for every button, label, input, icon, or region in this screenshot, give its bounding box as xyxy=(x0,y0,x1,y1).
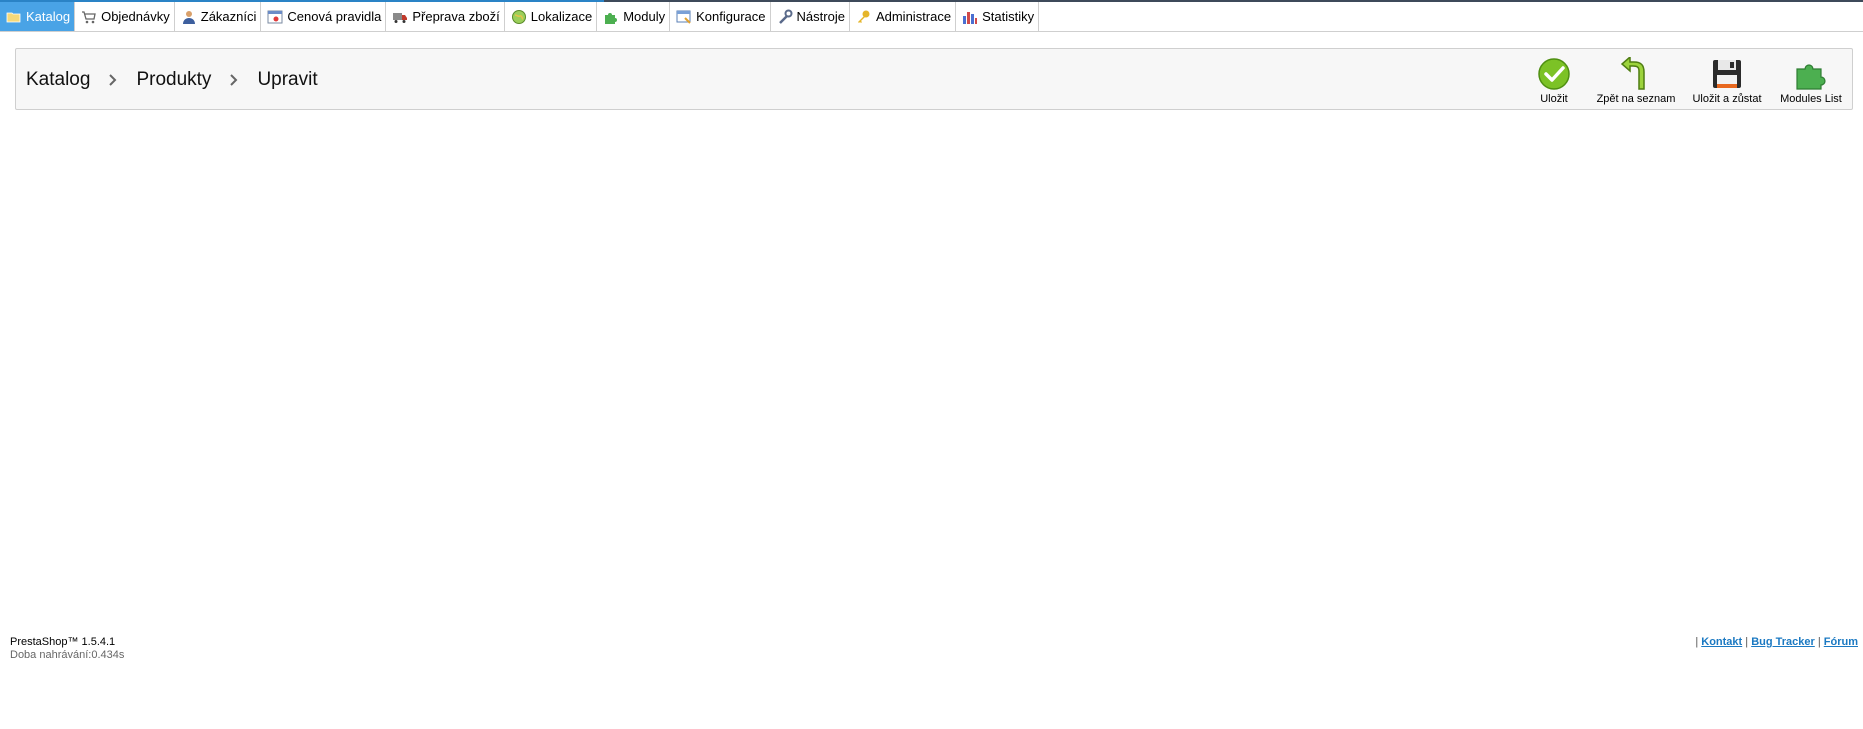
menu-item-preprava-zbozi[interactable]: Přeprava zboží xyxy=(386,2,505,31)
menu-item-lokalizace[interactable]: Lokalizace xyxy=(505,2,598,31)
menu-item-label: Cenová pravidla xyxy=(287,9,382,24)
footer-info: PrestaShop™ 1.5.4.1 Doba nahrávání:0.434… xyxy=(10,636,124,662)
user-icon xyxy=(181,9,197,25)
checkmark-icon xyxy=(1537,57,1571,91)
wrench-icon xyxy=(777,9,793,25)
menu-item-administrace[interactable]: Administrace xyxy=(850,2,957,31)
link-separator: | xyxy=(1817,636,1821,648)
menu-item-label: Moduly xyxy=(623,9,666,24)
menu-item-label: Přeprava zboží xyxy=(412,9,500,24)
menu-item-label: Konfigurace xyxy=(696,9,766,24)
menu-item-nastroje[interactable]: Nástroje xyxy=(771,2,850,31)
config-icon xyxy=(676,9,692,25)
menu-item-label: Objednávky xyxy=(101,9,170,24)
floppy-disk-icon xyxy=(1710,57,1744,91)
menu-item-zakaznici[interactable]: Zákazníci xyxy=(175,2,262,31)
globe-icon xyxy=(511,9,527,25)
footer-links: | Kontakt | Bug Tracker | Fórum xyxy=(1695,636,1858,648)
truck-icon xyxy=(392,9,408,25)
breadcrumb-item[interactable]: Katalog xyxy=(26,69,90,91)
contact-link[interactable]: Kontakt xyxy=(1701,636,1742,648)
chevron-right-icon xyxy=(225,71,243,89)
save-button[interactable]: Uložit xyxy=(1520,49,1588,109)
save-and-stay-button[interactable]: Uložit a zůstat xyxy=(1684,49,1770,109)
back-arrow-icon xyxy=(1619,55,1653,91)
forum-link[interactable]: Fórum xyxy=(1824,636,1858,648)
main-menu: Katalog Objednávky Zákazníci Cenová prav… xyxy=(0,2,1863,32)
menu-item-label: Lokalizace xyxy=(530,9,593,24)
menu-item-label: Administrace xyxy=(875,9,952,24)
page-toolbar: Katalog Produkty Upravit Uložit Zpět na … xyxy=(15,48,1853,110)
price-rules-icon xyxy=(267,9,283,25)
bug-tracker-link[interactable]: Bug Tracker xyxy=(1751,636,1815,648)
menu-item-cenova-pravidla[interactable]: Cenová pravidla xyxy=(261,2,387,31)
menu-item-label: Nástroje xyxy=(796,9,845,24)
cart-icon xyxy=(81,9,97,25)
save-stay-label: Uložit a zůstat xyxy=(1692,93,1762,105)
menu-item-objednavky[interactable]: Objednávky xyxy=(75,2,175,31)
load-time-text: Doba nahrávání:0.434s xyxy=(10,649,125,661)
menu-item-label: Zákazníci xyxy=(200,9,257,24)
breadcrumb-item[interactable]: Produkty xyxy=(136,69,211,91)
menu-item-label: Katalog xyxy=(26,9,71,24)
back-to-list-button[interactable]: Zpět na seznam xyxy=(1588,49,1684,109)
modules-list-label: Modules List xyxy=(1780,93,1842,105)
bar-chart-icon xyxy=(962,9,978,25)
menu-item-moduly[interactable]: Moduly xyxy=(597,2,671,31)
back-label: Zpět na seznam xyxy=(1596,93,1676,105)
menu-item-label: Statistiky xyxy=(982,9,1035,24)
breadcrumb: Katalog Produkty Upravit xyxy=(26,69,318,91)
puzzle-icon xyxy=(1794,57,1828,91)
menu-item-statistiky[interactable]: Statistiky xyxy=(956,2,1040,31)
puzzle-icon xyxy=(603,9,619,25)
version-text: PrestaShop™ 1.5.4.1 xyxy=(10,636,116,648)
folder-icon xyxy=(6,9,22,25)
modules-list-button[interactable]: Modules List xyxy=(1770,49,1852,109)
menu-item-katalog[interactable]: Katalog xyxy=(0,2,76,31)
link-separator: | xyxy=(1745,636,1749,648)
toolbar-actions: Uložit Zpět na seznam Uložit a zůstat Mo… xyxy=(1520,49,1852,109)
link-separator: | xyxy=(1695,636,1699,648)
breadcrumb-item: Upravit xyxy=(257,69,318,90)
save-label: Uložit xyxy=(1540,93,1568,105)
key-icon xyxy=(856,9,872,25)
menu-item-konfigurace[interactable]: Konfigurace xyxy=(670,2,771,31)
chevron-right-icon xyxy=(104,71,122,89)
